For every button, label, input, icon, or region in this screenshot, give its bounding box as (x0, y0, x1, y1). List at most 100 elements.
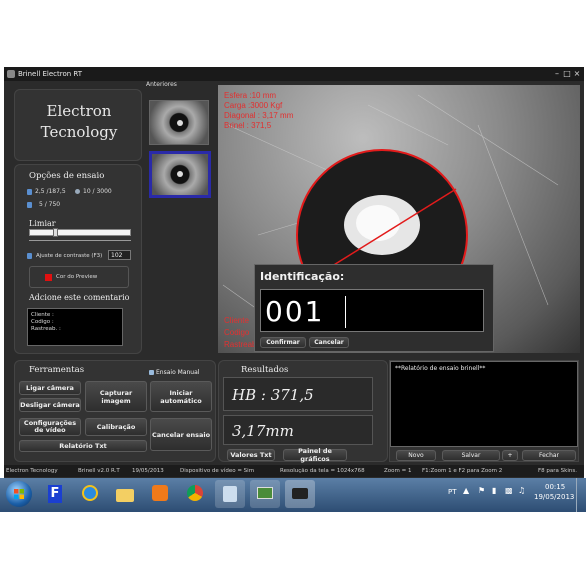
report-panel: **Relatório de ensaio brinell** Novo Sal… (389, 360, 579, 462)
maximize-icon[interactable]: □ (562, 69, 572, 79)
options-panel: Opções de ensaio 2,5 /187,5 10 / 3000 5 … (14, 164, 142, 354)
camera-app-icon[interactable] (285, 480, 315, 508)
fechar-button[interactable]: Fechar (522, 450, 576, 461)
limiar-slider-thumb[interactable] (53, 228, 58, 237)
logo-line2: Tecnology (40, 123, 118, 141)
ligar-camera-button[interactable]: Ligar câmera (19, 381, 81, 395)
status-bar: Electron Tecnology Brinell v2.0 R.T 19/0… (4, 465, 584, 477)
limiar-slider-track[interactable] (29, 229, 131, 236)
salvar-button[interactable]: Salvar (442, 450, 500, 461)
contrast-spinner[interactable]: 102 (108, 250, 131, 260)
report-textarea[interactable]: **Relatório de ensaio brinell** (390, 361, 578, 447)
novo-button[interactable]: Novo (396, 450, 436, 461)
comment-line: Rastreab. : (31, 326, 61, 332)
options-title: Opções de ensaio (29, 171, 105, 181)
logo-line1: Electron (46, 102, 112, 120)
tools-title: Ferramentas (29, 365, 85, 375)
thumb-center (177, 120, 183, 126)
comment-textarea[interactable]: Cliente : Codigo : Rastreab. : (27, 308, 123, 346)
results-panel: Resultados HB : 371,5 3,17mm Valores Txt… (218, 360, 388, 463)
checkbox-icon[interactable] (149, 370, 154, 375)
radio-icon[interactable] (27, 202, 32, 208)
cancel-dialog-button[interactable]: Cancelar (309, 337, 349, 348)
dialog-title: Identificação: (260, 270, 345, 283)
thumbnail-1[interactable] (149, 100, 209, 145)
comment-line: Codigo : (31, 319, 54, 325)
valores-txt-button[interactable]: Valores Txt (227, 449, 275, 461)
tools-panel: Ferramentas Ensaio Manual Ligar câmera D… (14, 360, 216, 462)
status-date: 19/05/2013 (132, 468, 164, 474)
limiar-label: Limiar (29, 219, 56, 228)
thumb-image (152, 154, 208, 195)
iniciar-automatico-button[interactable]: Iniciar automático (150, 381, 212, 412)
capturar-imagem-button[interactable]: Capturar imagem (85, 381, 147, 412)
overlay-esfera: Esfera :10 mm (224, 91, 277, 100)
contrast-value: 102 (111, 252, 123, 259)
checkbox-icon[interactable] (27, 253, 32, 259)
diameter-result-box: 3,17mm (223, 415, 373, 445)
preview-color-box[interactable]: Cor do Preview (29, 266, 129, 288)
start-button[interactable] (6, 481, 32, 507)
comment-line: Cliente : (31, 312, 54, 318)
option-2-5[interactable]: 2,5 /187,5 (35, 188, 66, 195)
window-title: Brinell Electron RT (18, 70, 83, 78)
overlay-diagonal: Diagonal : 3,17 mm (224, 111, 294, 120)
network-icon[interactable]: ▩ (505, 486, 513, 495)
radio-icon[interactable] (75, 189, 80, 194)
hb-value: HB : 371,5 (232, 386, 314, 404)
logo-panel: Electron Tecnology (14, 89, 142, 161)
media-player-icon[interactable] (145, 480, 175, 508)
clock-date[interactable]: 19/05/2013 (534, 493, 574, 501)
cancelar-ensaio-button[interactable]: Cancelar ensaio (150, 418, 212, 451)
add-button[interactable]: + (502, 450, 518, 461)
status-device: Dispositivo de vídeo = Sim (180, 468, 255, 474)
divider (29, 240, 131, 241)
minimize-icon[interactable]: – (552, 69, 562, 79)
overlay-rastreab: Rastreab (224, 340, 257, 349)
language-indicator[interactable]: PT (448, 488, 457, 496)
identification-input[interactable]: 001 (260, 289, 484, 332)
option-5[interactable]: 5 / 750 (39, 201, 60, 208)
battery-icon[interactable]: ▮ (492, 486, 496, 495)
overlay-carga: Carga :3000 Kgf (224, 101, 283, 110)
relatorio-txt-button[interactable]: Relatório Txt (19, 440, 147, 452)
text-cursor (345, 296, 346, 328)
flag-icon[interactable]: ⚑ (478, 486, 485, 495)
chrome-icon[interactable] (180, 480, 210, 508)
anteriores-label: Anteriores (146, 81, 177, 88)
desligar-camera-button[interactable]: Desligar câmera (19, 398, 81, 412)
confirm-button[interactable]: Confirmar (260, 337, 306, 348)
paint-icon[interactable] (215, 480, 245, 508)
overlay-brinel: Brinel : 371,5 (224, 121, 272, 130)
report-title: **Relatório de ensaio brinell** (395, 365, 486, 372)
overlay-cliente: Cliente (224, 316, 249, 325)
taskbar: F PT ▲ ⚑ ▮ ▩ ♫ 00:15 19/05/2013 (0, 478, 586, 512)
internet-explorer-icon[interactable] (75, 480, 105, 508)
thumbnail-2-selected[interactable] (149, 151, 211, 198)
status-resolution: Resolução da tela = 1024x768 (280, 468, 365, 474)
configuracoes-video-button[interactable]: Configurações de vídeo (19, 418, 81, 436)
taskbar-app-f-icon[interactable]: F (40, 480, 70, 508)
monitor-app-icon[interactable] (250, 480, 280, 508)
clock-time[interactable]: 00:15 (545, 483, 565, 491)
status-zoom: Zoom = 1 (384, 468, 412, 474)
status-version: Brinell v2.0 R.T (78, 468, 120, 474)
ensaio-manual-label[interactable]: Ensaio Manual (156, 369, 199, 376)
painel-graficos-button[interactable]: Painel de gráficos (283, 447, 347, 463)
title-bar: Brinell Electron RT (4, 67, 584, 81)
thumb-center (177, 171, 183, 177)
app-icon (7, 70, 15, 78)
app-window: Brinell Electron RT – □ × Electron Tecno… (4, 67, 584, 510)
identification-value: 001 (265, 295, 325, 328)
option-10[interactable]: 10 / 3000 (83, 188, 112, 195)
volume-icon[interactable]: ♫ (518, 486, 525, 495)
windows-logo-icon (14, 489, 24, 499)
results-title: Resultados (241, 365, 289, 375)
show-desktop-button[interactable] (576, 478, 586, 512)
calibracao-button[interactable]: Calibração (85, 418, 147, 436)
radio-icon[interactable] (27, 189, 32, 195)
close-icon[interactable]: × (572, 69, 582, 79)
file-explorer-icon[interactable] (110, 480, 140, 508)
identification-dialog: Identificação: 001 Confirmar Cancelar (254, 264, 494, 352)
tray-arrow-icon[interactable]: ▲ (463, 486, 469, 495)
